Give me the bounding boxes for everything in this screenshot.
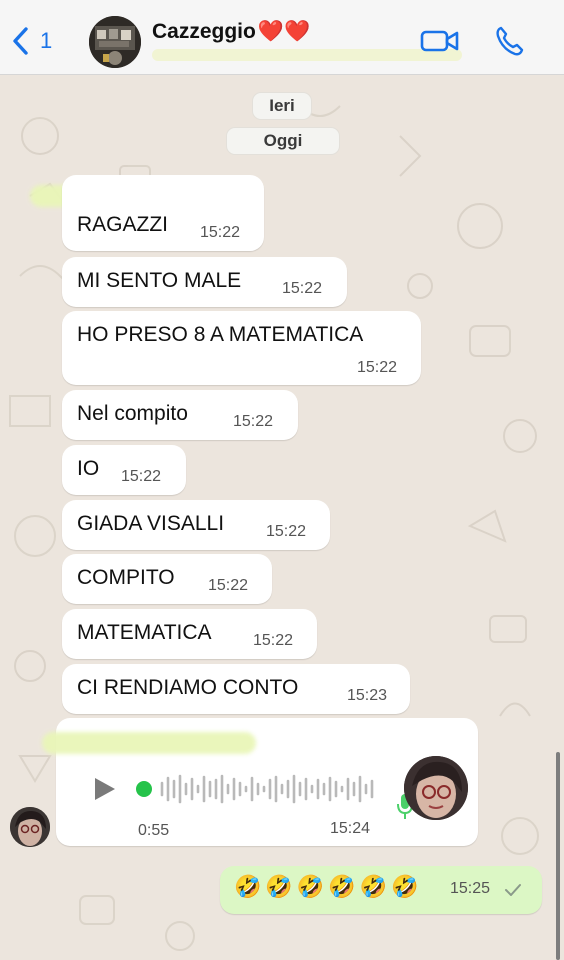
message-bubble[interactable]: GIADA VISALLI 15:22 <box>62 500 330 550</box>
message-text: 🤣🤣🤣🤣🤣🤣 <box>234 874 423 899</box>
message-text: CI RENDIAMO CONTO <box>77 676 299 699</box>
video-camera-icon[interactable] <box>420 26 460 56</box>
voice-duration: 0:55 <box>138 822 170 839</box>
message-time: 15:22 <box>357 359 398 376</box>
message-time: 15:22 <box>266 523 307 540</box>
message-time: 15:22 <box>200 224 241 241</box>
chevron-left-icon <box>13 27 28 55</box>
phone-icon[interactable] <box>494 25 524 57</box>
message-time: 15:22 <box>253 632 294 649</box>
message-text: IO <box>77 457 100 480</box>
sender-name-blurred <box>42 732 256 754</box>
message-time: 15:23 <box>347 687 388 704</box>
message-time: 15:22 <box>282 280 323 297</box>
date-pill-yesterday: Ieri <box>252 92 312 120</box>
message-text: MI SENTO MALE <box>77 269 242 292</box>
message-time: 15:22 <box>121 468 162 485</box>
message-text: Nel compito <box>77 402 188 425</box>
check-icon <box>505 884 521 896</box>
heart-emoji: ❤️❤️ <box>257 20 311 43</box>
message-text: HO PRESO 8 A MATEMATICA <box>77 323 364 346</box>
message-text: MATEMATICA <box>77 621 212 644</box>
unread-count: 1 <box>40 28 53 53</box>
message-bubble[interactable]: RAGAZZI 15:22 <box>62 175 264 251</box>
message-time: 15:24 <box>330 820 371 837</box>
voice-sender-avatar <box>404 756 468 820</box>
message-bubble[interactable]: COMPITO 15:22 <box>62 554 272 604</box>
back-button[interactable]: 1 <box>10 24 52 58</box>
outgoing-message-bubble[interactable]: 🤣🤣🤣🤣🤣🤣 15:25 <box>220 866 542 914</box>
message-bubble[interactable]: Nel compito 15:22 <box>62 390 298 440</box>
message-bubble[interactable]: MI SENTO MALE 15:22 <box>62 257 347 307</box>
message-text: GIADA VISALLI <box>77 512 225 535</box>
scrollbar[interactable] <box>556 752 560 960</box>
play-icon[interactable] <box>92 776 118 802</box>
message-bubble[interactable]: MATEMATICA 15:22 <box>62 609 317 659</box>
message-text: RAGAZZI <box>77 213 169 236</box>
chat-title-text: Cazzeggio <box>152 20 256 43</box>
chat-header: 1 Cazzeggio❤️❤️ <box>0 0 564 75</box>
chat-area[interactable]: Ieri Oggi RAGAZZI 15:22 MI SENTO MALE 15… <box>0 76 564 960</box>
message-bubble[interactable]: CI RENDIAMO CONTO 15:23 <box>62 664 410 714</box>
message-bubble[interactable]: HO PRESO 8 A MATEMATICA 15:22 <box>62 311 421 385</box>
members-blurred <box>152 49 462 61</box>
group-avatar[interactable] <box>89 16 141 68</box>
message-time: 15:25 <box>450 880 491 897</box>
waveform[interactable] <box>134 770 384 808</box>
date-pill-today: Oggi <box>226 127 340 155</box>
message-time: 15:22 <box>208 577 249 594</box>
message-time: 15:22 <box>233 413 274 430</box>
message-text: COMPITO <box>77 566 175 589</box>
chat-title[interactable]: Cazzeggio❤️❤️ <box>152 20 310 44</box>
message-bubble[interactable]: IO 15:22 <box>62 445 186 495</box>
sender-avatar[interactable] <box>10 807 50 847</box>
